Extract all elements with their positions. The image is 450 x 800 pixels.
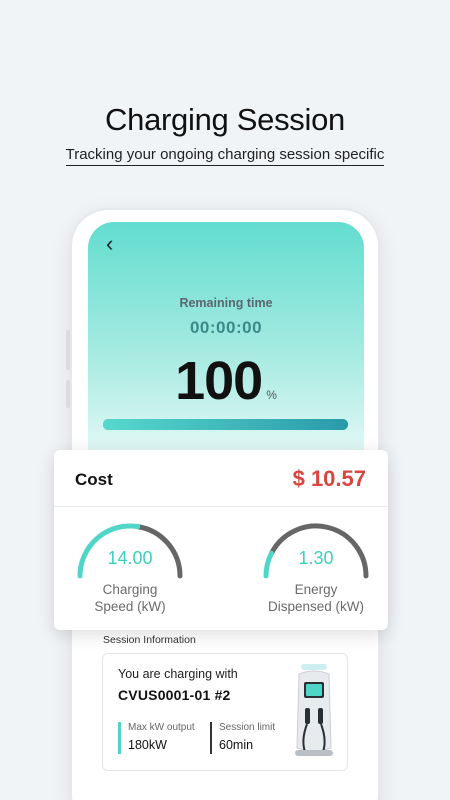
charge-percent: 100% xyxy=(88,350,364,412)
ev-charger-icon xyxy=(295,664,333,756)
charging-speed-value: 14.00 xyxy=(107,548,153,568)
remaining-time-label: Remaining time xyxy=(179,296,273,310)
charging-speed-label-line2: Speed (kW) xyxy=(94,599,166,614)
phone-side-button xyxy=(66,330,70,370)
page-subtitle-text: Tracking your ongoing charging session s… xyxy=(65,146,385,166)
stat-max-output: Max kW output 180kW xyxy=(118,722,195,754)
energy-dispensed-label: Energy Dispensed (kW) xyxy=(241,581,391,615)
stat-session-limit-value: 60min xyxy=(219,738,254,752)
phone-side-button-2 xyxy=(66,380,70,408)
session-info-card: You are charging with CVUS0001-01 #2 Max… xyxy=(102,653,348,771)
cost-label: Cost xyxy=(75,470,113,489)
charge-progress-fill xyxy=(103,419,348,430)
session-charging-with: You are charging with xyxy=(118,667,238,681)
charge-percent-value: 100 xyxy=(175,351,263,411)
chevron-left-icon[interactable]: ‹ xyxy=(106,232,126,256)
energy-dispensed-value: 1.30 xyxy=(298,548,334,568)
stat-max-output-value: 180kW xyxy=(128,738,167,752)
cost-card: Cost $ 10.57 14.00 Charging Speed (kW) 1… xyxy=(54,450,388,630)
remaining-time-value: 00:00:00 xyxy=(189,318,263,337)
charge-percent-unit: % xyxy=(266,388,277,402)
page-subtitle: Tracking your ongoing charging session s… xyxy=(0,146,450,166)
session-station-id: CVUS0001-01 #2 xyxy=(118,687,231,703)
session-info-title: Session Information xyxy=(103,634,196,646)
energy-dispensed-label-line1: Energy xyxy=(294,582,338,597)
page-title: Charging Session xyxy=(105,102,345,137)
stat-max-output-label: Max kW output xyxy=(128,722,195,733)
charging-speed-label-line1: Charging xyxy=(102,582,158,597)
energy-dispensed-label-line2: Dispensed (kW) xyxy=(267,599,365,614)
charge-progress-bar xyxy=(103,419,348,430)
cost-divider xyxy=(54,506,388,507)
charging-speed-label: Charging Speed (kW) xyxy=(55,581,205,615)
screen-header xyxy=(88,222,364,472)
stat-session-limit-label: Session limit xyxy=(219,722,276,733)
cost-value: $ 10.57 xyxy=(292,466,366,491)
stat-session-limit: Session limit 60min xyxy=(210,722,275,754)
